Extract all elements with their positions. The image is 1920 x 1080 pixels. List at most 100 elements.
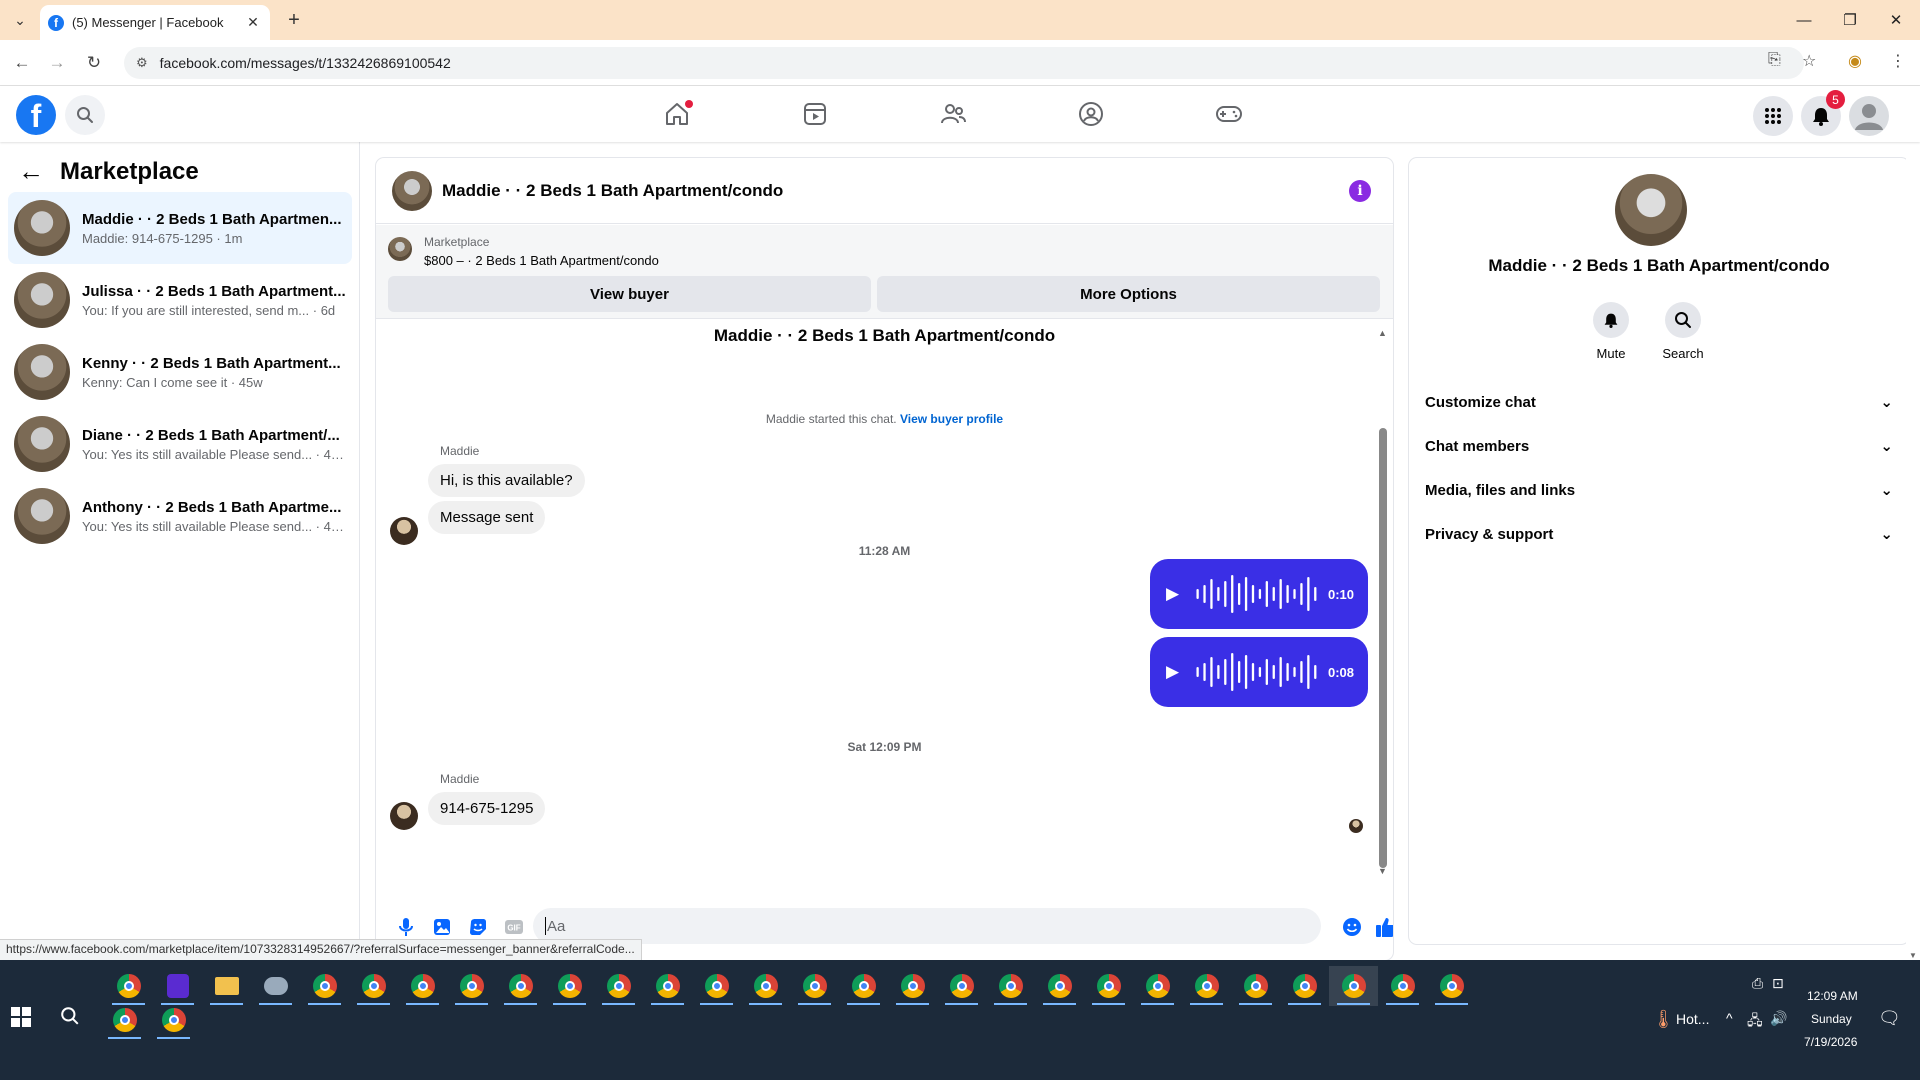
app-icon[interactable]: [251, 966, 300, 1006]
facebook-logo[interactable]: f: [16, 95, 56, 135]
voice-message[interactable]: ▶ 0:10: [1150, 559, 1368, 629]
chrome-app-icon[interactable]: [1182, 966, 1231, 1006]
message-scrollbar[interactable]: ▲ ▼: [1378, 328, 1387, 876]
conversation-item[interactable]: Anthony · · 2 Beds 1 Bath Apartme... You…: [8, 480, 352, 552]
customize-chat-section[interactable]: Customize chat ⌄: [1425, 380, 1893, 424]
close-window-button[interactable]: ✕: [1873, 0, 1919, 40]
view-buyer-button[interactable]: View buyer: [388, 276, 871, 312]
profile-icon[interactable]: ◉: [1848, 51, 1862, 71]
chevron-up-icon[interactable]: ^: [1726, 1010, 1733, 1026]
address-bar[interactable]: ⚙ facebook.com/messages/t/13324268691005…: [124, 47, 1804, 79]
meet-now-icon[interactable]: ⎙: [1752, 975, 1763, 992]
chrome-app-icon[interactable]: [398, 966, 447, 1006]
site-info-icon[interactable]: ⚙: [136, 55, 148, 71]
chrome-app-icon[interactable]: [643, 966, 692, 1006]
clock-time[interactable]: 12:09 AM: [1807, 989, 1858, 1003]
chat-members-section[interactable]: Chat members ⌄: [1425, 424, 1893, 468]
install-app-icon[interactable]: ⎘: [1768, 51, 1781, 69]
chrome-app-icon[interactable]: [790, 966, 839, 1006]
network-icon[interactable]: 🖧: [1747, 1010, 1763, 1034]
more-options-button[interactable]: More Options: [877, 276, 1380, 312]
file-explorer-icon[interactable]: [202, 966, 251, 1006]
reload-icon[interactable]: ↻: [82, 51, 106, 75]
search-icon[interactable]: [65, 95, 105, 135]
windows-start-icon[interactable]: [10, 1006, 38, 1034]
chrome-app-icon[interactable]: [839, 966, 888, 1006]
incoming-message[interactable]: 914-675-1295: [428, 792, 546, 825]
chrome-app-icon[interactable]: [888, 966, 937, 1006]
page-scroll-down-icon[interactable]: ▼: [1909, 951, 1917, 960]
browser-menu-icon[interactable]: ⋮: [1890, 51, 1906, 71]
chrome-app-icon[interactable]: [986, 966, 1035, 1006]
view-buyer-profile-link[interactable]: View buyer profile: [900, 412, 1003, 426]
banner-price[interactable]: $800 – · 2 Beds 1 Bath Apartment/condo: [424, 253, 659, 268]
privacy-support-section[interactable]: Privacy & support ⌄: [1425, 512, 1893, 556]
account-avatar-icon[interactable]: [1849, 96, 1889, 136]
chrome-app-icon[interactable]: [349, 966, 398, 1006]
incoming-message[interactable]: Hi, is this available?: [428, 464, 585, 497]
volume-icon[interactable]: 🔊: [1770, 1010, 1787, 1027]
clock-date[interactable]: 7/19/2026: [1804, 1035, 1857, 1049]
chrome-app-icon[interactable]: [1378, 966, 1427, 1006]
sender-avatar[interactable]: [390, 517, 418, 545]
conversation-item[interactable]: Kenny · · 2 Beds 1 Bath Apartment... Ken…: [8, 336, 352, 408]
conversation-item[interactable]: Julissa · · 2 Beds 1 Bath Apartment... Y…: [8, 264, 352, 336]
browser-tab[interactable]: f (5) Messenger | Facebook ✕: [40, 5, 270, 40]
chrome-app-icon[interactable]: [1035, 966, 1084, 1006]
like-thumb-icon[interactable]: [1368, 909, 1393, 945]
tab-search-button[interactable]: ⌄: [8, 8, 32, 32]
back-icon[interactable]: ←: [10, 51, 34, 75]
forward-icon[interactable]: →: [45, 51, 69, 75]
video-icon[interactable]: [801, 100, 829, 128]
chrome-app-icon-active[interactable]: [1329, 966, 1378, 1006]
chat-title[interactable]: Maddie · · 2 Beds 1 Bath Apartment/condo: [442, 181, 783, 201]
gaming-icon[interactable]: [1215, 100, 1243, 128]
chrome-app-icon[interactable]: [300, 966, 349, 1006]
chrome-app-icon[interactable]: [496, 966, 545, 1006]
screen-capture-icon[interactable]: ⊡: [1772, 975, 1784, 992]
scrollbar-thumb[interactable]: [1379, 428, 1387, 868]
weather-text[interactable]: Hot...: [1676, 1011, 1709, 1027]
chrome-app-icon[interactable]: [447, 966, 496, 1006]
incoming-message[interactable]: Message sent: [428, 501, 546, 534]
page-scrollbar[interactable]: ▲ ▼: [1906, 86, 1920, 960]
chrome-app-icon[interactable]: [937, 966, 986, 1006]
search-action[interactable]: Search: [1648, 302, 1718, 361]
chrome-app-icon[interactable]: [594, 966, 643, 1006]
chrome-app-icon[interactable]: [741, 966, 790, 1006]
chrome-app-icon[interactable]: [100, 1000, 149, 1040]
message-input[interactable]: Aa: [533, 908, 1321, 944]
menu-grid-icon[interactable]: [1753, 96, 1793, 136]
conversation-item[interactable]: Maddie · · 2 Beds 1 Bath Apartmen... Mad…: [8, 192, 352, 264]
notification-center-icon[interactable]: 🗨: [1878, 1008, 1901, 1029]
magnifier-icon[interactable]: [1665, 302, 1701, 338]
scroll-down-icon[interactable]: ▼: [1378, 866, 1387, 876]
chrome-app-icon[interactable]: [1133, 966, 1182, 1006]
chrome-app-icon[interactable]: [692, 966, 741, 1006]
groups-icon[interactable]: [1077, 100, 1105, 128]
friends-icon[interactable]: [939, 100, 967, 128]
bell-icon[interactable]: [1593, 302, 1629, 338]
play-icon[interactable]: ▶: [1166, 584, 1179, 604]
bookmark-star-icon[interactable]: ☆: [1802, 51, 1816, 71]
voice-message[interactable]: ▶ 0:08: [1150, 637, 1368, 707]
scroll-up-icon[interactable]: ▲: [1378, 328, 1387, 338]
weather-icon[interactable]: 🌡: [1652, 1009, 1675, 1030]
chrome-app-icon[interactable]: [1231, 966, 1280, 1006]
chat-avatar[interactable]: [392, 170, 432, 211]
back-arrow-icon[interactable]: ←: [18, 156, 44, 187]
chrome-app-icon[interactable]: [1084, 966, 1133, 1006]
sender-avatar[interactable]: [390, 802, 418, 830]
new-tab-button[interactable]: +: [282, 8, 306, 32]
emoji-icon[interactable]: [1334, 909, 1370, 945]
conversation-item[interactable]: Diane · · 2 Beds 1 Bath Apartment/... Yo…: [8, 408, 352, 480]
play-icon[interactable]: ▶: [1166, 662, 1179, 682]
chat-profile-avatar[interactable]: [1615, 174, 1687, 246]
chrome-app-icon[interactable]: [1280, 966, 1329, 1006]
minimize-button[interactable]: —: [1781, 0, 1827, 40]
mute-action[interactable]: Mute: [1576, 302, 1646, 361]
restore-button[interactable]: ❐: [1827, 0, 1873, 40]
taskbar-search-icon[interactable]: [60, 1006, 88, 1034]
clock-day[interactable]: Sunday: [1811, 1012, 1852, 1026]
chrome-app-icon[interactable]: [545, 966, 594, 1006]
